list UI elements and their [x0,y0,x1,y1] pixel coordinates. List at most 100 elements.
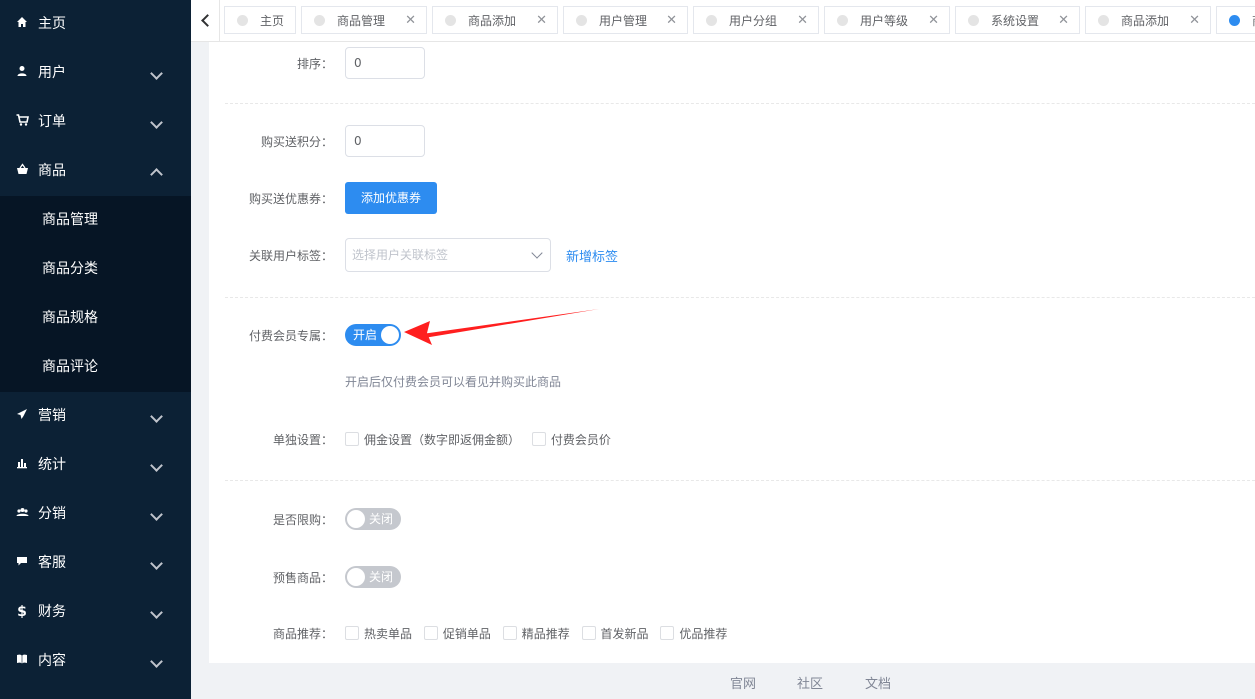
sidebar-subitem-product-spec[interactable]: 商品规格 [0,294,191,343]
tab-active-product[interactable]: 商 [1216,6,1255,34]
section-divider [225,103,1255,104]
recommend-checkboxes: 热卖单品 促销单品 精品推荐 首发新品 优品推荐 [345,625,735,642]
add-tag-link[interactable]: 新增标签 [566,246,618,265]
footer-link-community[interactable]: 社区 [797,673,823,692]
sidebar: 主页 用户 订单 商品 商品管理 商品分类 商品规格 商品评论 营销 统计 分销… [0,0,191,699]
chevron-down-icon [150,459,163,472]
bar-chart-icon [14,441,30,490]
sidebar-item-label: 营销 [38,408,66,424]
close-icon[interactable]: ✕ [1189,7,1200,35]
tab-status-dot [837,15,848,26]
tab-user-group[interactable]: 用户分组 ✕ [693,6,819,34]
sidebar-item-content[interactable]: 内容 [0,637,191,686]
switch-state-text: 关闭 [369,512,394,526]
user-tags-placeholder: 选择用户关联标签 [352,248,449,262]
footer-link-official[interactable]: 官网 [730,673,756,692]
chevron-down-icon [150,410,163,423]
form-row-recommend: 商品推荐： 热卖单品 促销单品 精品推荐 首发新品 优品推荐 [209,623,1255,643]
presale-label: 预售商品： [272,571,333,585]
sidebar-item-label: 内容 [38,653,66,669]
chevron-down-icon [150,606,163,619]
tab-label: 商品管理 [337,14,386,28]
sidebar-item-product[interactable]: 商品 [0,147,191,196]
recommend-label: 商品推荐： [272,627,333,641]
sidebar-item-label: 主页 [38,16,66,32]
limit-switch[interactable]: 关闭 [345,508,401,530]
footer-link-docs[interactable]: 文档 [865,673,891,692]
tabs-scroll-left-button[interactable] [191,0,220,41]
tab-label: 主页 [260,14,285,28]
close-icon[interactable]: ✕ [797,7,808,35]
points-input[interactable]: 0 [345,125,425,157]
footer: 官网 社区 文档 [191,663,1255,699]
vip-price-checkbox[interactable]: 付费会员价 [531,431,611,448]
close-icon[interactable]: ✕ [536,7,547,35]
limit-label: 是否限购： [272,513,333,527]
form-row-user-tags: 关联用户标签： 选择用户关联标签 新增标签 [209,238,1255,272]
promotion-checkbox[interactable]: 促销单品 [423,625,491,642]
checkbox-box [660,626,675,640]
hot-sale-checkbox[interactable]: 热卖单品 [345,625,412,642]
checkbox-label: 优品推荐 [679,627,728,641]
tab-status-dot [237,15,248,26]
tab-product-add[interactable]: 商品添加 ✕ [432,6,558,34]
sidebar-item-statistics[interactable]: 统计 [0,441,191,490]
add-coupon-button[interactable]: 添加优惠券 [345,182,437,214]
sidebar-item-distribution[interactable]: 分销 [0,490,191,539]
vip-only-switch[interactable]: 开启 [345,324,401,346]
section-divider [225,480,1255,481]
sidebar-item-home[interactable]: 主页 [0,0,191,49]
sidebar-item-marketing[interactable]: 营销 [0,392,191,441]
tab-user-management[interactable]: 用户管理 ✕ [563,6,688,34]
quality-checkbox[interactable]: 优品推荐 [660,625,727,642]
checkbox-label: 精品推荐 [521,627,570,641]
checkbox-box [345,626,359,640]
tab-label: 商品添加 [468,14,517,28]
form-row-coupon: 购买送优惠券： 添加优惠券 [209,182,1255,214]
sidebar-item-customer-service[interactable]: 客服 [0,539,191,588]
tab-status-dot [706,15,717,26]
close-icon[interactable]: ✕ [928,7,939,35]
sidebar-subitem-product-category[interactable]: 商品分类 [0,245,191,294]
chat-icon [14,539,30,588]
tab-status-dot [1098,15,1109,26]
commission-checkbox[interactable]: 佣金设置（数字即返佣金额） [345,431,520,448]
sidebar-subitem-product-review[interactable]: 商品评论 [0,343,191,392]
switch-knob [347,568,365,586]
home-icon [14,0,30,49]
chevron-down-icon [531,247,543,259]
checkbox-label: 热卖单品 [364,627,413,641]
tab-active-dot [1229,15,1240,26]
individual-checkboxes: 佣金设置（数字即返佣金额） 付费会员价 [345,431,619,448]
checkbox-box [345,432,359,446]
presale-switch[interactable]: 关闭 [345,566,401,588]
sidebar-item-finance[interactable]: $ 财务 [0,588,191,637]
coupon-label: 购买送优惠券： [248,192,333,206]
tab-home[interactable]: 主页 [224,6,296,34]
sort-input[interactable]: 0 [345,47,425,79]
checkbox-box [531,432,546,446]
sidebar-item-order[interactable]: 订单 [0,98,191,147]
tabs-bar: 主页 商品管理 ✕ 商品添加 ✕ 用户管理 ✕ 用户分组 ✕ 用户等级 ✕ 系统… [191,0,1255,42]
user-tags-select[interactable]: 选择用户关联标签 [345,238,551,272]
tab-product-management[interactable]: 商品管理 ✕ [301,6,427,34]
sidebar-subitem-product-management[interactable]: 商品管理 [0,196,191,245]
close-icon[interactable]: ✕ [405,7,416,35]
sidebar-item-user[interactable]: 用户 [0,49,191,98]
chevron-down-icon [150,116,163,129]
tab-status-dot [314,15,325,26]
close-icon[interactable]: ✕ [1058,7,1069,35]
tab-product-add-2[interactable]: 商品添加 ✕ [1085,6,1211,34]
tab-user-level[interactable]: 用户等级 ✕ [824,6,950,34]
chevron-down-icon [150,67,163,80]
close-icon[interactable]: ✕ [666,7,677,35]
featured-checkbox[interactable]: 精品推荐 [502,625,570,642]
new-release-checkbox[interactable]: 首发新品 [581,625,649,642]
user-icon [14,49,30,98]
basket-icon [14,147,30,196]
checkbox-box [581,626,596,640]
switch-knob [347,510,365,528]
tab-system-settings[interactable]: 系统设置 ✕ [955,6,1080,34]
chevron-down-icon [150,655,163,668]
chevron-up-icon [150,168,163,181]
